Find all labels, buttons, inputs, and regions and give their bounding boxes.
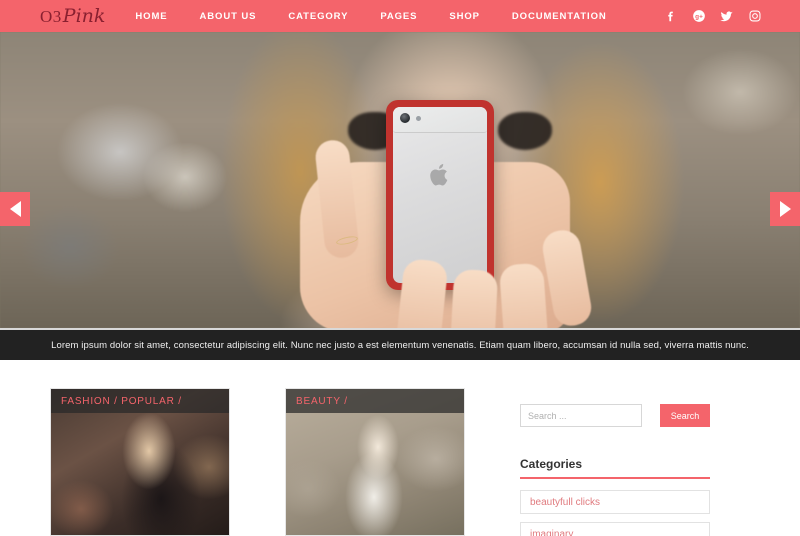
hero-caption-bar: Lorem ipsum dolor sit amet, consectetur … <box>0 328 800 360</box>
hero-slider <box>0 32 800 328</box>
search-button[interactable]: Search <box>660 404 710 427</box>
main-content: FASHION / POPULAR / BEAUTY / Search Cate… <box>0 360 800 536</box>
finger-ring <box>449 268 499 328</box>
nav-item-home[interactable]: HOME <box>119 11 183 22</box>
phone-back-panel <box>393 107 487 283</box>
category-item-imaginary[interactable]: imaginary <box>520 522 710 536</box>
site-header: O3 Pink HOME ABOUT US CATEGORY PAGES SHO… <box>0 0 800 32</box>
googleplus-icon[interactable]: g+ <box>691 9 706 24</box>
nav-item-pages[interactable]: PAGES <box>364 11 433 22</box>
finger-little <box>498 262 550 328</box>
nav-item-category[interactable]: CATEGORY <box>272 11 364 22</box>
nav-item-shop[interactable]: SHOP <box>433 11 496 22</box>
sunglasses-right-lens <box>498 112 552 150</box>
twitter-icon[interactable] <box>719 9 734 24</box>
site-logo[interactable]: O3 Pink <box>40 4 106 27</box>
post-card-category-label[interactable]: FASHION / POPULAR / <box>51 396 182 407</box>
categories-list: beautyfull clicks imaginary <box>520 490 710 536</box>
nav-item-about-us[interactable]: ABOUT US <box>184 11 273 22</box>
search-input[interactable] <box>520 404 642 427</box>
sidebar: Search Categories beautyfull clicks imag… <box>520 404 710 536</box>
nav-item-documentation[interactable]: DOCUMENTATION <box>496 11 623 22</box>
svg-text:g+: g+ <box>695 13 703 20</box>
logo-text-secondary: Pink <box>62 4 106 27</box>
category-item-beautyfull-clicks[interactable]: beautyfull clicks <box>520 490 710 514</box>
categories-heading: Categories <box>520 457 710 479</box>
facebook-icon[interactable] <box>663 9 678 24</box>
search-widget: Search <box>520 404 710 427</box>
post-card[interactable]: FASHION / POPULAR / <box>50 388 230 536</box>
post-card-grid: FASHION / POPULAR / BEAUTY / <box>50 388 465 536</box>
social-links: g+ <box>663 0 762 32</box>
post-card-category-label[interactable]: BEAUTY / <box>286 396 348 407</box>
apple-logo-icon <box>430 164 448 186</box>
post-card[interactable]: BEAUTY / <box>285 388 465 536</box>
main-navigation: HOME ABOUT US CATEGORY PAGES SHOP DOCUME… <box>119 11 622 22</box>
page-root: O3 Pink HOME ABOUT US CATEGORY PAGES SHO… <box>0 0 800 536</box>
chevron-right-icon <box>779 201 791 217</box>
slider-prev-button[interactable] <box>0 192 30 226</box>
logo-text-primary: O3 <box>40 6 62 26</box>
phone-flash <box>416 116 421 121</box>
chevron-left-icon <box>9 201 21 217</box>
hero-caption-text: Lorem ipsum dolor sit amet, consectetur … <box>51 339 749 351</box>
slider-next-button[interactable] <box>770 192 800 226</box>
post-card-category-bar: BEAUTY / <box>286 389 464 413</box>
phone-camera-lens <box>400 113 410 123</box>
post-card-category-bar: FASHION / POPULAR / <box>51 389 229 413</box>
phone-device <box>386 100 494 290</box>
instagram-icon[interactable] <box>747 9 762 24</box>
